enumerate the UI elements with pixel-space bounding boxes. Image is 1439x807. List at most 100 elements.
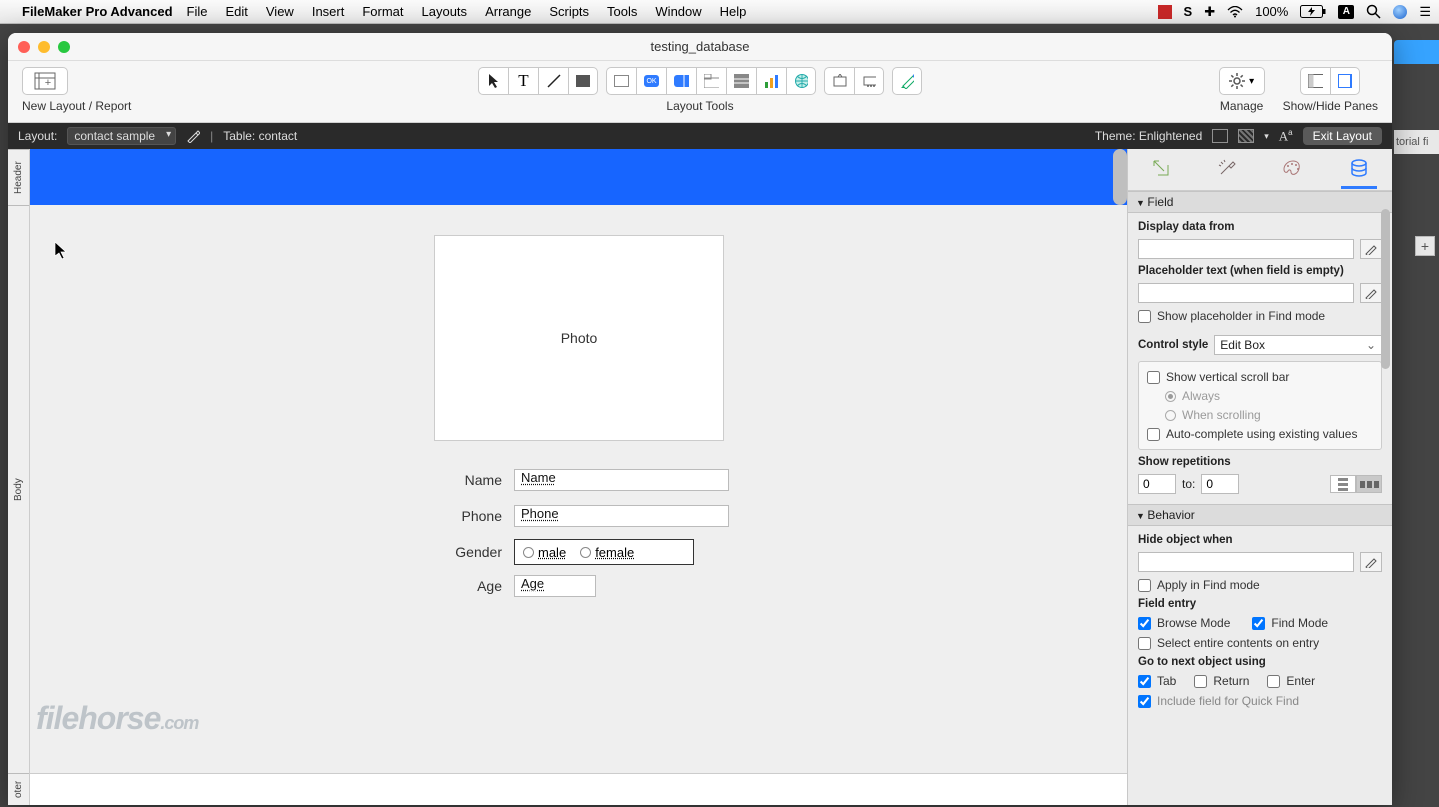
app-name[interactable]: FileMaker Pro Advanced — [22, 4, 173, 19]
window-close-button[interactable] — [18, 41, 30, 53]
hide-object-edit-button[interactable] — [1360, 552, 1382, 572]
theme-label[interactable]: Theme: Enlightened — [1095, 129, 1202, 143]
menubar-extra-4-icon[interactable] — [1393, 5, 1407, 19]
button-tool-icon[interactable]: OK — [636, 67, 666, 95]
return-checkbox[interactable]: Return — [1194, 674, 1249, 688]
slide-tool-icon[interactable] — [854, 67, 884, 95]
control-style-select[interactable]: Edit Box — [1214, 335, 1382, 355]
browse-mode-checkbox[interactable]: Browse Mode — [1138, 616, 1230, 630]
theme-icon-1[interactable] — [1212, 129, 1228, 143]
menubar-extra-2-icon[interactable]: S — [1184, 4, 1193, 19]
inspector-tab-appearance[interactable] — [1275, 151, 1311, 189]
rep-horizontal-icon[interactable] — [1356, 475, 1382, 493]
chart-tool-icon[interactable] — [756, 67, 786, 95]
rep-from-input[interactable] — [1138, 474, 1176, 494]
text-format-icon[interactable]: Aa — [1279, 128, 1293, 144]
portal-tool-icon[interactable] — [726, 67, 756, 95]
notification-center-icon[interactable]: ☰ — [1419, 4, 1431, 20]
tab-tool-icon[interactable] — [696, 67, 726, 95]
enter-checkbox[interactable]: Enter — [1267, 674, 1315, 688]
inspector-tab-data[interactable] — [1341, 151, 1377, 189]
left-pane-toggle[interactable] — [1300, 67, 1330, 95]
menu-window[interactable]: Window — [655, 4, 701, 19]
age-field[interactable]: Age — [514, 575, 596, 597]
display-data-input[interactable] — [1138, 239, 1354, 259]
canvas-header-area[interactable] — [30, 149, 1127, 205]
background-tab[interactable] — [1394, 40, 1439, 64]
rep-to-input[interactable] — [1201, 474, 1239, 494]
rep-orientation-toggle[interactable] — [1330, 475, 1382, 493]
webviewer-tool-icon[interactable] — [786, 67, 816, 95]
find-mode-checkbox[interactable]: Find Mode — [1252, 616, 1328, 630]
window-minimize-button[interactable] — [38, 41, 50, 53]
field-entry-label: Field entry — [1138, 598, 1382, 610]
menubar-extra-1-icon[interactable] — [1158, 5, 1172, 19]
inspector-tab-styles[interactable] — [1209, 151, 1245, 189]
rep-vertical-icon[interactable] — [1330, 475, 1356, 493]
inspector-scrollbar[interactable] — [1381, 209, 1390, 369]
background-add-button[interactable]: + — [1415, 236, 1435, 256]
rect-tool-icon[interactable] — [568, 67, 598, 95]
apply-find-checkbox[interactable]: Apply in Find mode — [1138, 578, 1382, 592]
canvas-footer-area[interactable] — [30, 773, 1127, 805]
inspector-panel: Field Display data from Placeholder text… — [1127, 149, 1392, 805]
keyboard-icon[interactable]: A — [1338, 5, 1354, 19]
select-entire-checkbox[interactable]: Select entire contents on entry — [1138, 636, 1382, 650]
name-field[interactable]: Name — [514, 469, 729, 491]
right-pane-toggle[interactable] — [1330, 67, 1360, 95]
placeholder-edit-button[interactable] — [1360, 283, 1382, 303]
pointer-tool-icon[interactable] — [478, 67, 508, 95]
phone-field[interactable]: Phone — [514, 505, 729, 527]
text-tool-icon[interactable]: T — [508, 67, 538, 95]
canvas-body-area[interactable]: Photo Name Name Phone Phone Gender male … — [30, 205, 1127, 773]
photo-container-field[interactable]: Photo — [434, 235, 724, 441]
menubar-extra-3-icon[interactable]: ✚ — [1204, 4, 1215, 20]
vertical-scrollbar[interactable] — [1113, 149, 1127, 205]
menu-help[interactable]: Help — [720, 4, 747, 19]
field-picker-tool-icon[interactable] — [892, 67, 922, 95]
field-tool-icon[interactable] — [606, 67, 636, 95]
part-header-handle[interactable]: Header — [8, 149, 29, 205]
part-body-handle[interactable]: Body — [8, 205, 29, 773]
show-scrollbar-checkbox[interactable]: Show vertical scroll bar — [1147, 370, 1373, 384]
menu-file[interactable]: File — [187, 4, 208, 19]
quickfind-checkbox[interactable]: Include field for Quick Find — [1138, 694, 1382, 708]
show-placeholder-checkbox[interactable]: Show placeholder in Find mode — [1138, 309, 1382, 323]
section-behavior-header[interactable]: Behavior — [1128, 504, 1392, 526]
gender-opt-female: female — [595, 545, 634, 560]
new-layout-button[interactable]: + — [22, 67, 68, 95]
inspector-tab-position[interactable] — [1143, 151, 1179, 189]
theme-icon-2[interactable] — [1238, 129, 1254, 143]
display-data-label: Display data from — [1138, 221, 1382, 233]
control-style-box: Show vertical scroll bar Always When scr… — [1138, 361, 1382, 450]
wifi-icon[interactable] — [1227, 6, 1243, 18]
theme-caret-icon[interactable]: ▾ — [1264, 131, 1269, 142]
buttonbar-tool-icon[interactable] — [666, 67, 696, 95]
manage-menu-button[interactable]: ▾ — [1219, 67, 1265, 95]
menu-layouts[interactable]: Layouts — [422, 4, 468, 19]
layout-select[interactable]: contact sample — [67, 127, 176, 145]
popover-tool-icon[interactable] — [824, 67, 854, 95]
menu-format[interactable]: Format — [362, 4, 403, 19]
layout-canvas[interactable]: Photo Name Name Phone Phone Gender male … — [30, 149, 1127, 805]
tab-checkbox[interactable]: Tab — [1138, 674, 1176, 688]
menu-tools[interactable]: Tools — [607, 4, 637, 19]
menu-scripts[interactable]: Scripts — [549, 4, 589, 19]
menu-view[interactable]: View — [266, 4, 294, 19]
exit-layout-button[interactable]: Exit Layout — [1303, 127, 1382, 145]
line-tool-icon[interactable] — [538, 67, 568, 95]
menu-edit[interactable]: Edit — [225, 4, 247, 19]
menu-arrange[interactable]: Arrange — [485, 4, 531, 19]
autocomplete-checkbox[interactable]: Auto-complete using existing values — [1147, 427, 1373, 441]
menu-insert[interactable]: Insert — [312, 4, 345, 19]
gender-field[interactable]: male female — [514, 539, 694, 565]
section-field-header[interactable]: Field — [1128, 191, 1392, 213]
hide-object-input[interactable] — [1138, 552, 1354, 572]
edit-layout-icon[interactable] — [186, 129, 200, 143]
part-footer-handle[interactable]: oter — [8, 773, 29, 805]
battery-icon[interactable] — [1300, 5, 1326, 18]
window-zoom-button[interactable] — [58, 41, 70, 53]
placeholder-input[interactable] — [1138, 283, 1354, 303]
display-data-edit-button[interactable] — [1360, 239, 1382, 259]
spotlight-icon[interactable] — [1366, 4, 1381, 19]
